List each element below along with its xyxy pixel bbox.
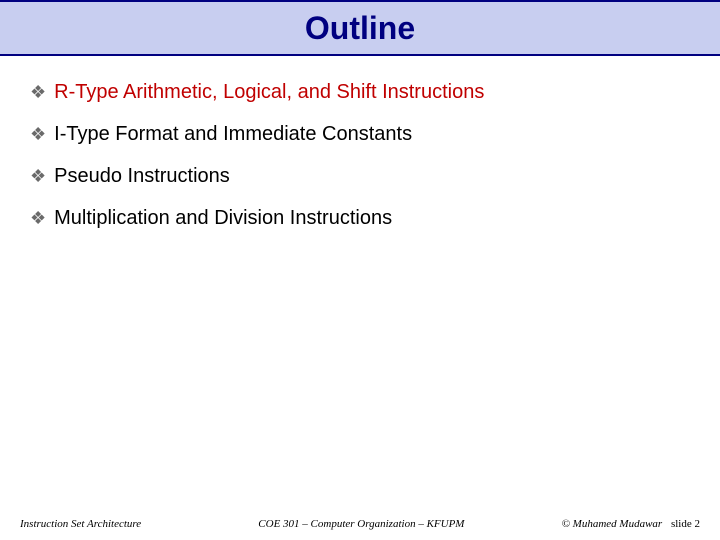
diamond-bullet-icon: ❖ (30, 164, 46, 188)
bullet-text: I-Type Format and Immediate Constants (54, 122, 412, 146)
footer-right: © Muhamed Mudawar slide 2 (562, 518, 700, 530)
slide-number: slide 2 (671, 518, 700, 530)
footer: Instruction Set Architecture COE 301 – C… (0, 518, 720, 530)
content-area: ❖ R-Type Arithmetic, Logical, and Shift … (0, 56, 720, 230)
diamond-bullet-icon: ❖ (30, 80, 46, 104)
diamond-bullet-icon: ❖ (30, 122, 46, 146)
list-item: ❖ Pseudo Instructions (30, 164, 690, 188)
bullet-text: Multiplication and Division Instructions (54, 206, 392, 230)
list-item: ❖ R-Type Arithmetic, Logical, and Shift … (30, 80, 690, 104)
bullet-text: R-Type Arithmetic, Logical, and Shift In… (54, 80, 484, 104)
list-item: ❖ I-Type Format and Immediate Constants (30, 122, 690, 146)
footer-copyright: © Muhamed Mudawar (562, 518, 663, 530)
diamond-bullet-icon: ❖ (30, 206, 46, 230)
bullet-text: Pseudo Instructions (54, 164, 230, 188)
footer-left: Instruction Set Architecture (20, 518, 141, 530)
list-item: ❖ Multiplication and Division Instructio… (30, 206, 690, 230)
title-bar: Outline (0, 0, 720, 56)
footer-center: COE 301 – Computer Organization – KFUPM (141, 518, 561, 530)
slide-title: Outline (305, 10, 415, 47)
